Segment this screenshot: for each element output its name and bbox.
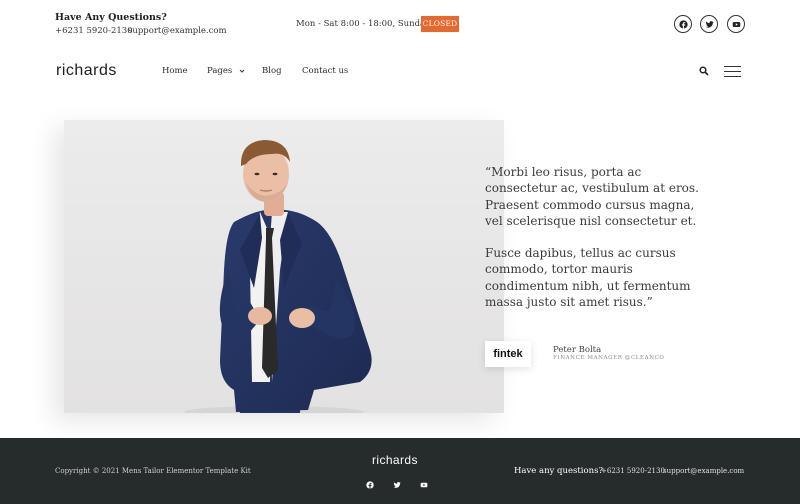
questions-heading: Have Any Questions? (55, 12, 167, 23)
footer-logo[interactable]: richards (372, 453, 418, 467)
search-icon[interactable] (699, 66, 709, 76)
top-bar: Have Any Questions? +6231 5920-2130 supp… (0, 0, 800, 48)
author-name: Peter Bolta (553, 345, 602, 355)
youtube-icon[interactable] (727, 15, 745, 33)
nav-blog[interactable]: Blog (262, 66, 282, 76)
footer: Copyright © 2021 Mens Tailor Elementor T… (0, 438, 800, 504)
portrait-illustration (184, 140, 372, 413)
twitter-icon[interactable] (393, 474, 403, 488)
footer-phone-link[interactable]: +6231 5920-2130 (601, 467, 665, 475)
author-role: FINANCE MANAGER @CLEANCO (553, 355, 665, 361)
facebook-icon[interactable] (674, 15, 692, 33)
man-in-navy-suit-photo (64, 120, 504, 413)
nav-pages[interactable]: Pages (207, 66, 245, 76)
quote-paragraph-1: “Morbi leo risus, porta ac consectetur a… (485, 165, 699, 228)
youtube-icon[interactable] (420, 474, 430, 488)
chevron-down-icon (239, 69, 245, 73)
opening-hours: Mon - Sat 8:00 - 18:00, Sunday (296, 19, 430, 29)
nav-home[interactable]: Home (162, 66, 188, 76)
top-phone-link[interactable]: +6231 5920-2130 (55, 26, 133, 36)
footer-question: Have any questions? (514, 466, 604, 476)
closed-badge: CLOSED (421, 16, 459, 32)
nav-pages-label: Pages (207, 66, 233, 76)
quote-paragraph-2: Fusce dapibus, tellus ac cursus commodo,… (485, 246, 691, 310)
twitter-icon[interactable] (700, 15, 718, 33)
top-email-link[interactable]: support@example.com (128, 26, 227, 36)
fintek-logo: fintek (485, 341, 531, 367)
hamburger-menu-icon[interactable] (724, 66, 741, 77)
facebook-icon[interactable] (366, 474, 376, 489)
nav-contact[interactable]: Contact us (302, 66, 348, 76)
testimonial-quote: “Morbi leo risus, porta ac consectetur a… (485, 164, 705, 326)
site-logo[interactable]: richards (56, 62, 117, 80)
copyright-text: Copyright © 2021 Mens Tailor Elementor T… (55, 467, 251, 475)
footer-email-link[interactable]: support@example.com (663, 467, 744, 475)
